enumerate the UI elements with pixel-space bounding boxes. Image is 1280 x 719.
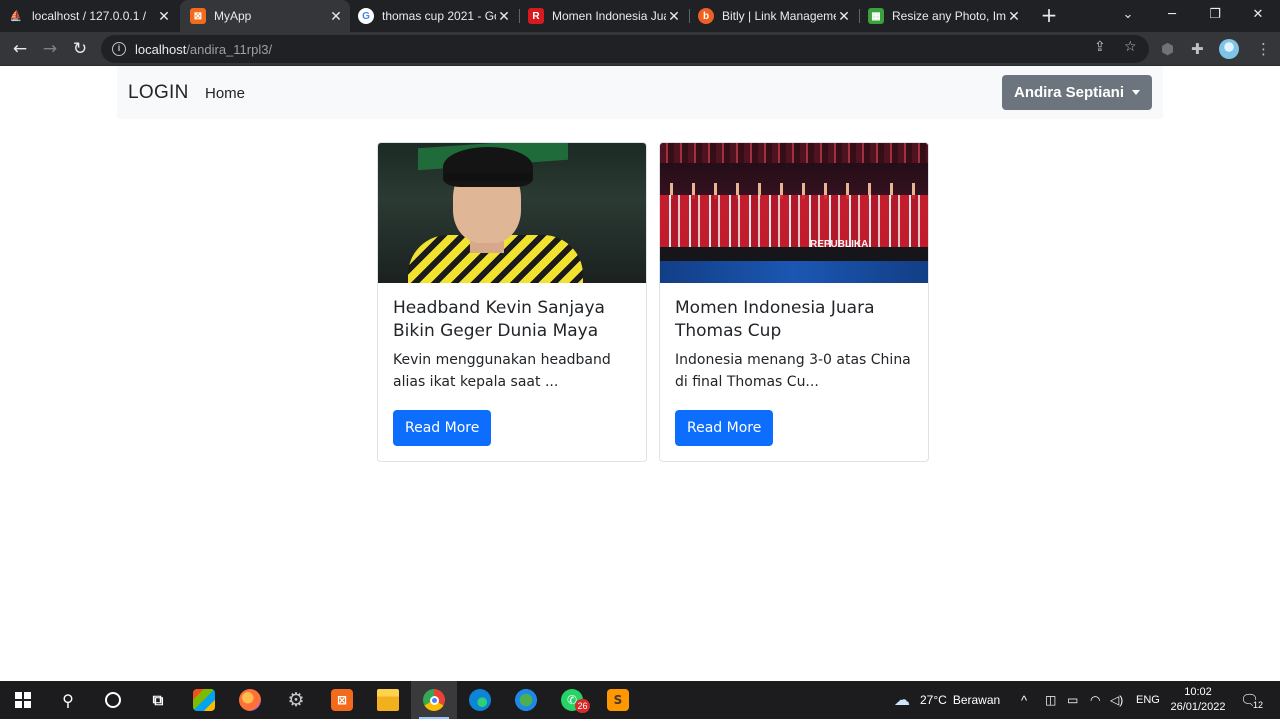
network-app-icon[interactable]: [503, 681, 549, 719]
news-card: REPUBLIKA Momen Indonesia Juara Thomas C…: [659, 142, 929, 462]
user-dropdown-button[interactable]: Andira Septiani: [1002, 75, 1152, 110]
weather-widget[interactable]: ☁ 27°C Berawan: [894, 681, 1000, 719]
tab-title: thomas cup 2021 - Go: [382, 9, 496, 23]
weather-desc: Berawan: [952, 693, 1001, 707]
xampp-icon: ⊠: [190, 8, 206, 24]
tab-separator: [859, 9, 860, 23]
close-icon[interactable]: ✕: [496, 8, 512, 25]
card-text: Kevin menggunakan headband alias ikat ke…: [393, 352, 611, 390]
site-navbar: LOGIN Home Andira Septiani: [117, 66, 1163, 119]
new-tab-button[interactable]: +: [1038, 4, 1060, 26]
tab-google-search[interactable]: G thomas cup 2021 - Go ✕: [358, 0, 518, 32]
read-more-button[interactable]: Read More: [393, 410, 492, 446]
tab-title: Resize any Photo, Ima: [892, 9, 1006, 23]
weather-temp: 27°C: [920, 693, 947, 707]
close-icon[interactable]: ✕: [666, 8, 682, 25]
tab-myapp[interactable]: ⊠ MyApp ✕: [180, 0, 350, 32]
share-icon[interactable]: ⇪: [1094, 39, 1106, 55]
card-text: Indonesia menang 3-0 atas China di final…: [675, 352, 911, 390]
minimize-button[interactable]: ─: [1150, 0, 1194, 32]
firefox-icon[interactable]: [227, 681, 273, 719]
site-info-icon[interactable]: i: [112, 42, 126, 56]
user-name: Andira Septiani: [1013, 84, 1125, 101]
tab-title: localhost / 127.0.0.1 /: [32, 9, 147, 23]
tab-separator: [519, 9, 520, 23]
address-host: localhost: [135, 41, 187, 57]
card-image-thomas-cup-team: REPUBLIKA: [660, 143, 928, 283]
cortana-icon[interactable]: [90, 681, 136, 719]
settings-icon[interactable]: ⚙: [273, 681, 319, 719]
windows-taskbar: ⚲ ⧉ ⚙ ⊠ ✆ 26 S ☁ 27°C Berawan ^ ◫ ▭ ◠ ◁)…: [0, 681, 1280, 719]
volume-icon[interactable]: ◁): [1110, 681, 1123, 719]
browser-tab-bar: ⛵ localhost / 127.0.0.1 / ✕ ⊠ MyApp ✕ G …: [0, 0, 1280, 32]
republika-icon: R: [528, 8, 544, 24]
file-explorer-icon[interactable]: [365, 681, 411, 719]
google-icon: G: [358, 8, 374, 24]
tab-phpmyadmin[interactable]: ⛵ localhost / 127.0.0.1 / ✕: [8, 0, 178, 32]
extension-icon[interactable]: ⬢: [1161, 40, 1174, 58]
tab-title: Momen Indonesia Jua: [552, 9, 666, 23]
cloud-icon: ☁: [894, 692, 910, 709]
notification-center-icon[interactable]: 🗨 12: [1240, 681, 1264, 719]
browser-toolbar: ← → ↻ i localhost/andira_11rpl3/ ⇪ ☆ ⬢ ✚…: [0, 32, 1280, 66]
tab-bitly[interactable]: b Bitly | Link Manageme ✕: [698, 0, 858, 32]
windows-start-icon[interactable]: [0, 681, 46, 719]
tab-separator: [689, 9, 690, 23]
sublime-text-icon[interactable]: S: [595, 681, 641, 719]
clock-time: 10:02: [1184, 686, 1212, 698]
edge-icon[interactable]: [457, 681, 503, 719]
tab-resize[interactable]: ▦ Resize any Photo, Ima ✕: [868, 0, 1028, 32]
bookmark-star-icon[interactable]: ☆: [1124, 39, 1137, 55]
language-indicator[interactable]: ENG: [1136, 681, 1160, 719]
extensions-puzzle-icon[interactable]: ✚: [1191, 40, 1204, 58]
address-path: /andira_11rpl3/: [186, 41, 273, 57]
close-icon[interactable]: ✕: [156, 8, 172, 25]
navbar-brand[interactable]: LOGIN: [128, 82, 189, 104]
phpmyadmin-icon: ⛵: [9, 10, 23, 22]
news-card: Headband Kevin Sanjaya Bikin Geger Dunia…: [377, 142, 647, 462]
browser-menu-icon[interactable]: ⋮: [1256, 40, 1271, 58]
tab-title: MyApp: [214, 9, 252, 23]
card-image-kevin-sanjaya: [378, 143, 646, 283]
image-caption: REPUBLIKA: [810, 239, 869, 250]
task-view-icon[interactable]: ⧉: [135, 681, 181, 719]
card-title: Headband Kevin Sanjaya Bikin Geger Dunia…: [393, 298, 605, 341]
profile-avatar-icon[interactable]: [1219, 39, 1239, 59]
close-icon[interactable]: ✕: [836, 8, 852, 25]
search-icon[interactable]: ⚲: [45, 681, 91, 719]
tab-republika[interactable]: R Momen Indonesia Jua ✕: [528, 0, 688, 32]
address-bar[interactable]: i localhost/andira_11rpl3/: [101, 35, 1149, 63]
bitly-icon: b: [698, 8, 714, 24]
battery-icon[interactable]: ▭: [1067, 681, 1078, 719]
notification-count: 12: [1253, 700, 1264, 710]
show-hidden-icons-icon[interactable]: ^: [1021, 681, 1027, 719]
back-button[interactable]: ←: [8, 37, 32, 61]
whatsapp-icon[interactable]: ✆ 26: [549, 681, 595, 719]
restore-button[interactable]: ❐: [1193, 0, 1237, 32]
forward-button[interactable]: →: [38, 37, 62, 61]
close-icon[interactable]: ✕: [1006, 8, 1022, 25]
close-window-button[interactable]: ✕: [1236, 0, 1280, 32]
clock-date: 26/01/2022: [1170, 701, 1226, 713]
tab-search-icon[interactable]: ⌄: [1106, 0, 1150, 32]
wifi-icon[interactable]: ◠: [1090, 681, 1100, 719]
resize-icon: ▦: [868, 8, 884, 24]
chevron-down-icon: [1132, 90, 1141, 95]
notification-badge: 26: [575, 699, 590, 713]
reload-button[interactable]: ↻: [68, 37, 92, 61]
xampp-icon[interactable]: ⊠: [319, 681, 365, 719]
microsoft-store-icon[interactable]: [181, 681, 227, 719]
nav-link-home[interactable]: Home: [205, 85, 245, 102]
close-icon[interactable]: ✕: [328, 8, 344, 25]
chrome-icon[interactable]: [411, 681, 457, 719]
card-title: Momen Indonesia Juara Thomas Cup: [675, 298, 875, 341]
system-clock[interactable]: 10:02 26/01/2022: [1166, 685, 1230, 715]
read-more-button[interactable]: Read More: [675, 410, 774, 446]
meet-now-icon[interactable]: ◫: [1045, 681, 1056, 719]
tab-title: Bitly | Link Manageme: [722, 9, 836, 23]
